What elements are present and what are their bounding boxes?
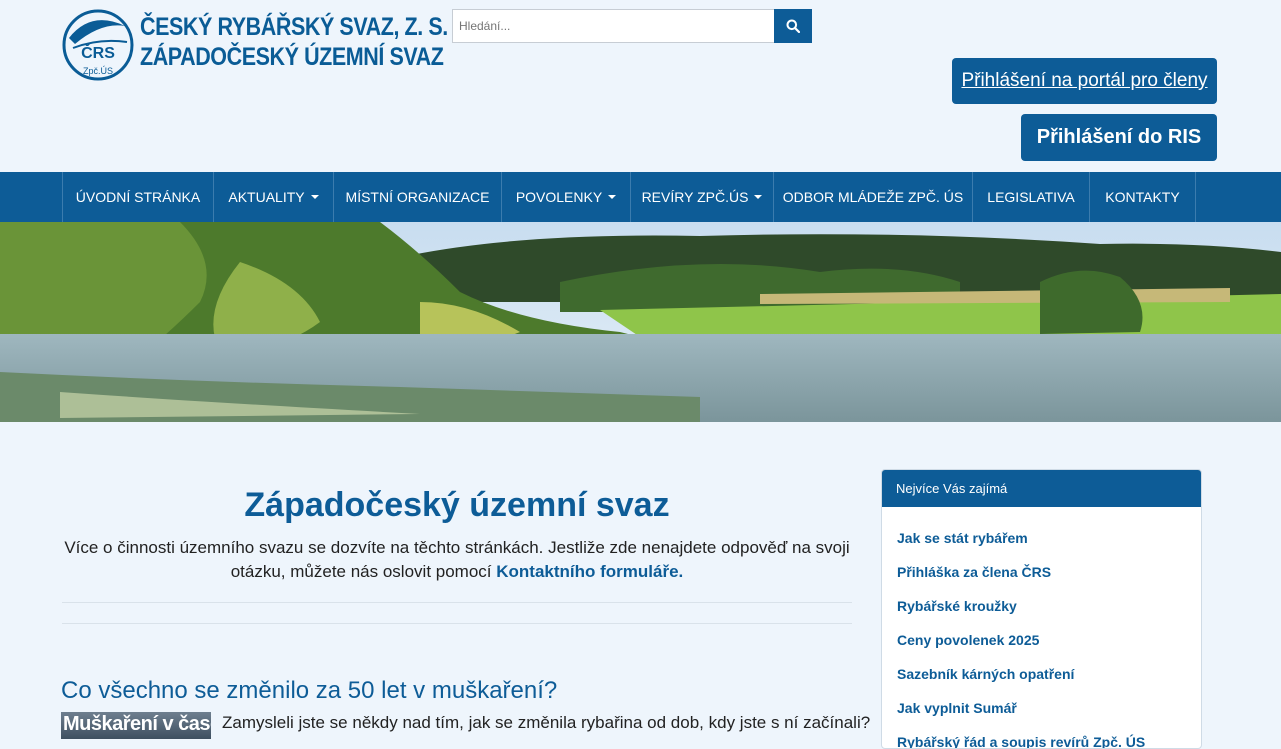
sidebar-heading: Nejvíce Vás zajímá bbox=[882, 470, 1201, 507]
sidebar-panel: Nejvíce Vás zajímá Jak se stát rybářem P… bbox=[881, 469, 1202, 749]
intro-body: Více o činnosti územního svazu se dozvít… bbox=[64, 538, 850, 581]
nav-label: ODBOR MLÁDEŽE ZPČ. ÚS bbox=[782, 189, 964, 205]
brand-line-1: ČESKÝ RYBÁŘSKÝ SVAZ, Z. S. bbox=[140, 13, 448, 41]
nav-item-fishing-grounds[interactable]: REVÍRY ZPČ.ÚS bbox=[631, 172, 774, 222]
search-icon bbox=[786, 19, 800, 33]
thumbnail-caption: Muškaření v čase bbox=[63, 713, 211, 735]
main-navigation: ÚVODNÍ STRÁNKA AKTUALITY MÍSTNÍ ORGANIZA… bbox=[0, 172, 1281, 222]
article-excerpt: Zamysleli jste se někdy nad tím, jak se … bbox=[222, 713, 871, 732]
sidebar-link[interactable]: Rybářské kroužky bbox=[897, 589, 1201, 623]
ris-login-button[interactable]: Přihlášení do RIS bbox=[1021, 114, 1217, 161]
nav-label: LEGISLATIVA bbox=[987, 189, 1075, 205]
crs-logo[interactable]: ČRS Zpč.ÚS bbox=[61, 8, 135, 82]
sidebar-link[interactable]: Jak vyplnit Sumář bbox=[897, 691, 1201, 725]
nav-item-youth-department[interactable]: ODBOR MLÁDEŽE ZPČ. ÚS bbox=[774, 172, 973, 222]
nav-item-news[interactable]: AKTUALITY bbox=[214, 172, 334, 222]
nav-label: ÚVODNÍ STRÁNKA bbox=[75, 189, 201, 205]
site-header: ČRS Zpč.ÚS ČESKÝ RYBÁŘSKÝ SVAZ, Z. S. ZÁ… bbox=[0, 0, 1281, 172]
intro-text: Více o činnosti územního svazu se dozvít… bbox=[62, 536, 852, 584]
nav-label: POVOLENKY bbox=[515, 189, 603, 205]
page-title: Západočeský územní svaz bbox=[244, 486, 670, 524]
sidebar-link[interactable]: Rybářský řád a soupis revírů Zpč. ÚS bbox=[897, 725, 1201, 748]
nav-item-home[interactable]: ÚVODNÍ STRÁNKA bbox=[63, 172, 214, 222]
sidebar-link[interactable]: Sazebník kárných opatření bbox=[897, 657, 1201, 691]
logo-subtext: Zpč.ÚS bbox=[83, 66, 113, 76]
nav-label: MÍSTNÍ ORGANIZACE bbox=[345, 189, 490, 205]
caret-down-icon bbox=[754, 195, 763, 199]
contact-form-link[interactable]: Kontaktního formuláře. bbox=[496, 562, 683, 581]
nav-item-legislation[interactable]: LEGISLATIVA bbox=[973, 172, 1090, 222]
divider bbox=[62, 623, 852, 624]
search-form bbox=[452, 9, 812, 43]
brand-name[interactable]: ČESKÝ RYBÁŘSKÝ SVAZ, Z. S. ZÁPADOČESKÝ Ú… bbox=[140, 12, 448, 72]
nav-label: AKTUALITY bbox=[228, 189, 305, 205]
member-portal-login-button[interactable]: Přihlášení na portál pro členy bbox=[952, 58, 1217, 104]
nav-label: KONTAKTY bbox=[1105, 189, 1180, 205]
caret-down-icon bbox=[608, 195, 617, 199]
search-button[interactable] bbox=[774, 9, 812, 43]
sidebar-link[interactable]: Přihláška za člena ČRS bbox=[897, 555, 1201, 589]
nav-item-local-organizations[interactable]: MÍSTNÍ ORGANIZACE bbox=[334, 172, 502, 222]
logo-text: ČRS bbox=[81, 43, 115, 62]
nav-item-permits[interactable]: POVOLENKY bbox=[502, 172, 631, 222]
sidebar-links: Jak se stát rybářem Přihláška za člena Č… bbox=[882, 507, 1201, 748]
caret-down-icon bbox=[310, 195, 319, 199]
nav-label: REVÍRY ZPČ.ÚS bbox=[641, 189, 749, 205]
hero-landscape-image bbox=[0, 222, 1281, 422]
article-title[interactable]: Co všechno se změnilo za 50 let v muškař… bbox=[61, 677, 557, 705]
search-input[interactable] bbox=[452, 9, 774, 43]
sidebar-link[interactable]: Jak se stát rybářem bbox=[897, 521, 1201, 555]
brand-line-2: ZÁPADOČESKÝ ÚZEMNÍ SVAZ bbox=[140, 43, 444, 71]
nav-item-contacts[interactable]: KONTAKTY bbox=[1090, 172, 1196, 222]
article-thumbnail[interactable]: Muškaření v čase bbox=[61, 712, 211, 739]
divider bbox=[62, 602, 852, 603]
sidebar-link[interactable]: Ceny povolenek 2025 bbox=[897, 623, 1201, 657]
